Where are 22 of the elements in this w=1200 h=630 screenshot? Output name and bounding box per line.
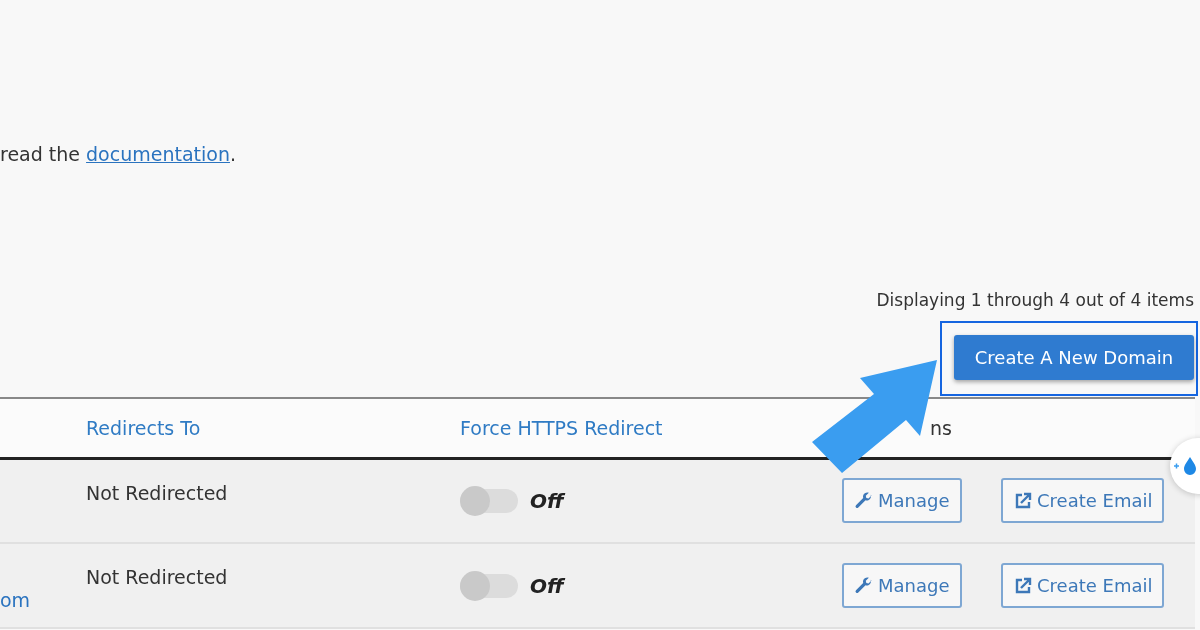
intro-text: read the documentation. (0, 142, 237, 167)
wrench-icon (854, 490, 874, 511)
create-email-button[interactable]: Create Email (1001, 563, 1165, 608)
table-cell: Not Redirected (86, 481, 228, 504)
toggle-label: Off (530, 488, 564, 513)
manage-button[interactable]: Manage (842, 563, 962, 608)
table-cell: Not Redirected (86, 566, 228, 588)
toggle-switch[interactable] (460, 573, 518, 598)
column-header[interactable]: Redirects To (86, 416, 201, 439)
external-link-icon (1013, 490, 1033, 511)
column-header[interactable]: Force HTTPS Redirect (460, 416, 663, 439)
column-header: ns (930, 416, 952, 439)
domain-link[interactable]: om (0, 588, 31, 611)
pagination-summary: Displaying 1 through 4 out of 4 items (876, 290, 1194, 310)
documentation-link[interactable]: documentation (86, 143, 230, 165)
toggle-switch[interactable] (460, 488, 518, 513)
external-link-icon (1013, 575, 1033, 596)
create-domain-button[interactable]: Create A New Domain (954, 335, 1194, 380)
create-email-button[interactable]: Create Email (1001, 478, 1165, 524)
manage-button[interactable]: Manage (842, 478, 962, 524)
toggle-label: Off (530, 573, 564, 598)
wrench-icon (854, 575, 874, 596)
